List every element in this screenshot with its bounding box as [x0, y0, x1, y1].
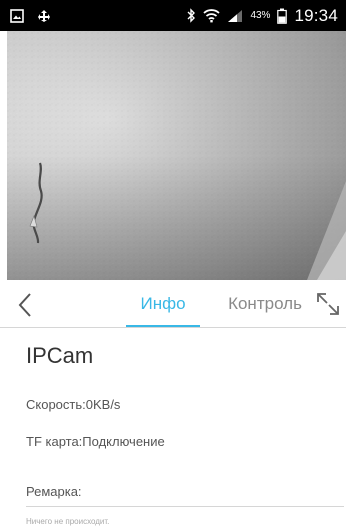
- status-bar: 43% 19:34: [0, 0, 346, 31]
- clock-time: 19:34: [294, 5, 338, 25]
- back-button[interactable]: [8, 288, 42, 322]
- remark-divider: [26, 506, 344, 507]
- signal-icon: [227, 9, 243, 23]
- device-name: IPCam: [26, 343, 94, 368]
- battery-icon: [277, 8, 288, 24]
- tab-control[interactable]: Контроль: [218, 280, 312, 328]
- tab-active-indicator: [126, 325, 200, 327]
- tf-card-status: TF карта:Подключение: [26, 434, 165, 449]
- remark-input[interactable]: Ничего не происходит.: [26, 514, 344, 530]
- remark-label: Ремарка:: [26, 484, 82, 499]
- tab-info[interactable]: Инфо: [126, 280, 200, 328]
- bluetooth-icon: [186, 8, 196, 23]
- chevron-left-icon: [18, 293, 31, 317]
- status-left: [10, 8, 52, 23]
- wifi-icon: [203, 8, 221, 23]
- camera-feed[interactable]: [7, 31, 346, 280]
- tab-bar: Инфо Контроль: [0, 280, 346, 328]
- usb-icon: [36, 9, 52, 23]
- fullscreen-button[interactable]: [314, 290, 342, 318]
- camera-image: [7, 31, 346, 280]
- fullscreen-icon: [317, 293, 339, 315]
- gallery-icon: [10, 8, 24, 23]
- battery-percent: 43%: [250, 10, 271, 21]
- status-right: 43% 19:34: [186, 6, 338, 26]
- speed-info: Скорость:0KB/s: [26, 397, 121, 412]
